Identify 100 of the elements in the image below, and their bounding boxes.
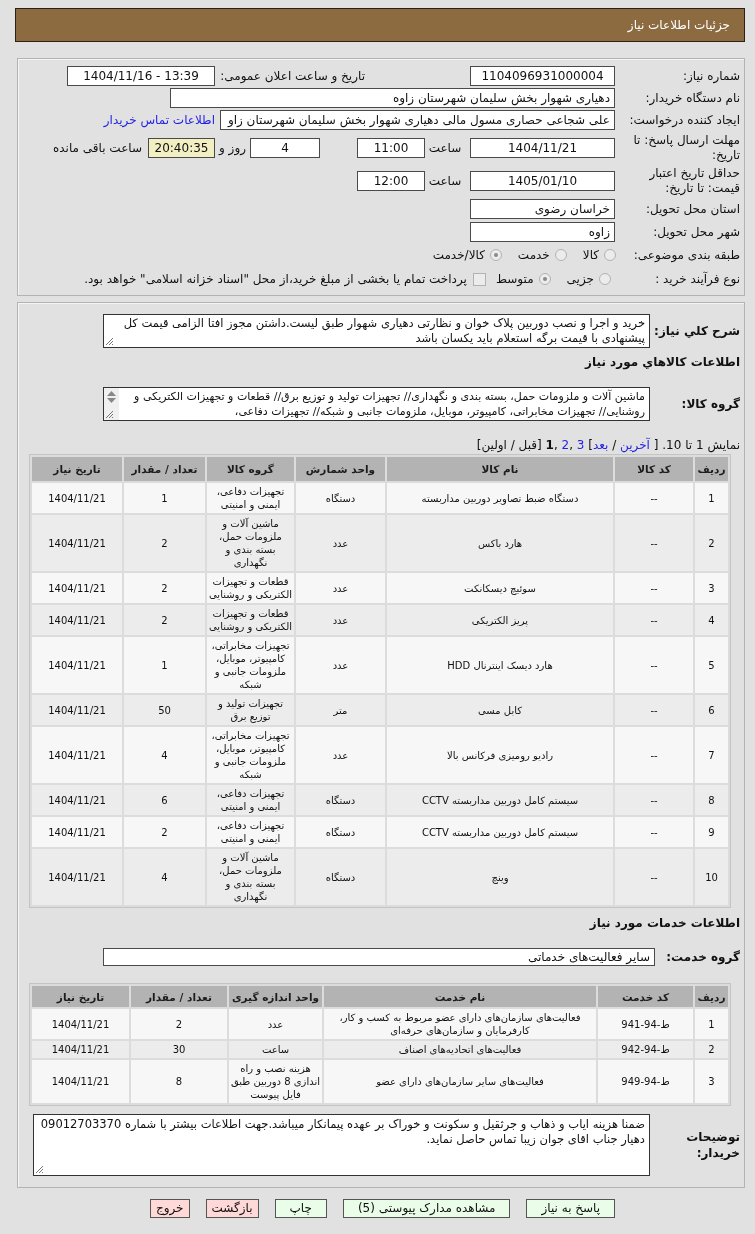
table-cell: 1 — [124, 483, 205, 513]
time-label: ساعت — [427, 140, 463, 155]
table-cell: تجهیزات تولید و توزیع برق — [207, 695, 294, 725]
table-cell: عدد — [296, 573, 385, 603]
table-cell: 1404/11/21 — [32, 605, 122, 635]
table-cell: تجهیزات دفاعی، ایمنی و امنیتی — [207, 785, 294, 815]
table-cell: تجهیزات دفاعی، ایمنی و امنیتی — [207, 817, 294, 847]
field-label: حداقل تاریخ اعتبار قیمت: تا تاریخ: — [648, 165, 740, 196]
service-group-field[interactable]: سایر فعالیت‌های خدماتی — [103, 948, 655, 966]
table-cell: فعالیت‌های اتحادیه‌های اصناف — [324, 1041, 596, 1058]
time-left-field[interactable]: 20:40:35 — [148, 137, 215, 158]
table-cell: 2 — [124, 515, 205, 571]
table-cell: 10 — [695, 849, 728, 905]
validity-date-field[interactable]: 1405/01/10 — [470, 170, 615, 191]
notes-textarea[interactable]: ضمنا هزینه ایاب و ذهاب و جرثقیل و سکونت و خوراک بر عهده پیمانکار میباشد.جهت اطلاعات بیشتر با شماره 09012703370 دهیار جناب اقای جوان زیبا تماس حاصل نماید. — [33, 1114, 650, 1176]
table-cell: 6 — [124, 785, 205, 815]
column-header: ردیف — [695, 986, 728, 1007]
action-button[interactable]: پاسخ به نیاز — [526, 1199, 616, 1218]
table-cell: 1404/11/21 — [32, 483, 122, 513]
table-cell: 1404/11/21 — [32, 849, 122, 905]
radio-label: جزیی — [566, 272, 594, 286]
table-cell: 50 — [124, 695, 205, 725]
table-cell: 3 — [695, 1060, 728, 1103]
table-cell: ط-94-942 — [598, 1041, 693, 1058]
radio-label: خدمت — [517, 248, 550, 262]
column-header: کد خدمت — [598, 986, 693, 1007]
field-label: توضیحات خریدار: — [685, 1129, 740, 1161]
table-cell: تجهیزات مخابراتی، کامپیوتر، موبایل، ملزومات جانبی و شبکه — [207, 727, 294, 783]
buyer-name-field[interactable]: دهیاری شهوار بخش سلیمان شهرستان زاوه — [170, 88, 615, 108]
table-cell: سیستم کامل دوربین مداربسته CCTV — [387, 817, 613, 847]
up-arrow-icon[interactable] — [107, 391, 116, 396]
table-cell: کابل مسی — [387, 695, 613, 725]
table-cell: تجهیزات مخابراتی، کامپیوتر، موبایل، ملزومات جانبی و شبکه — [207, 637, 294, 693]
pagination-link[interactable]: 2 — [561, 438, 570, 452]
action-button[interactable]: خروج — [149, 1199, 190, 1218]
table-cell: 1404/11/21 — [32, 1041, 129, 1058]
deadline-time-field[interactable]: 11:00 — [357, 137, 425, 158]
province-field[interactable]: خراسان رضوی — [470, 198, 615, 219]
table-cell: 1404/11/21 — [32, 695, 122, 725]
resize-grip-icon[interactable] — [105, 337, 114, 346]
pagination-link[interactable]: بعد — [592, 438, 609, 452]
table-cell: 1 — [695, 1009, 728, 1039]
column-header: تاریخ نیاز — [32, 986, 129, 1007]
notes-text: ضمنا هزینه ایاب و ذهاب و جرثقیل و سکونت و خوراک بر عهده پیمانکار میباشد.جهت اطلاعات بیشتر با شماره 09012703370 دهیار جناب اقای جوان زیبا تماس حاصل نماید. — [40, 1117, 645, 1146]
column-header: واحد شمارش — [296, 457, 385, 481]
description-textarea[interactable]: خرید و اجرا و نصب دوربین پلاک خوان و نظارتی دهیاری شهوار طبق لیست.داشتن مجوز افتا الزامی قیمت کل پیشنهادی با قیمت برگه استعلام باید یکسان باشد — [103, 314, 650, 348]
table-cell: -- — [615, 605, 693, 635]
announce-date-field[interactable]: 1404/11/16 - 13:39 — [67, 66, 215, 86]
table-cell: 2 — [124, 817, 205, 847]
table-cell: 9 — [695, 817, 728, 847]
action-button[interactable]: چاپ — [274, 1199, 327, 1218]
table-cell: سیستم کامل دوربین مداربسته CCTV — [387, 785, 613, 815]
city-field[interactable]: زاوه — [470, 221, 615, 242]
table-cell: 3 — [695, 573, 728, 603]
column-header: ردیف — [695, 457, 728, 481]
table-cell: 2 — [131, 1009, 227, 1039]
validity-time-field[interactable]: 12:00 — [357, 170, 425, 191]
table-cell: عدد — [296, 637, 385, 693]
down-arrow-icon[interactable] — [107, 398, 116, 403]
radio-label: کالا/خدمت — [432, 248, 485, 262]
scrollbar[interactable] — [104, 388, 119, 420]
table-cell: هزینه نصب و راه اندازی 8 دوربین طبق فایل پیوست — [229, 1060, 322, 1103]
field-label: شهر محل تحویل: — [652, 224, 740, 239]
table-cell: 6 — [695, 695, 728, 725]
table-cell: ماشین آلات و ملزومات حمل، بسته بندی و نگهداری — [207, 849, 294, 905]
field-label: طبقه بندی موضوعی: — [632, 248, 740, 262]
requester-field[interactable]: علی شجاعی حصاری مسول مالی دهیاری شهوار بخش سلیمان شهرستان زاو — [220, 110, 615, 130]
table-cell: عدد — [229, 1009, 322, 1039]
resize-grip-icon[interactable] — [105, 410, 114, 419]
table-cell: 1404/11/21 — [32, 785, 122, 815]
deadline-date-field[interactable]: 1404/11/21 — [470, 137, 615, 158]
table-cell: 4 — [124, 849, 205, 905]
radio-label: متوسط — [495, 272, 534, 286]
table-cell: -- — [615, 573, 693, 603]
pagination-link[interactable]: آخرین — [620, 438, 650, 452]
need-number-field[interactable]: 1104096931000004 — [470, 66, 615, 86]
column-header: نام کالا — [387, 457, 613, 481]
table-cell: -- — [615, 637, 693, 693]
page-title: جزئیات اطلاعات نیاز — [627, 18, 730, 32]
days-left-field[interactable]: 4 — [250, 137, 320, 158]
buyer-contact-link[interactable]: اطلاعات تماس خریدار — [103, 113, 215, 127]
column-header: نام خدمت — [324, 986, 596, 1007]
goods-group-textarea[interactable]: ماشین آلات و ملزومات حمل، بسته بندی و نگهداری// تجهیزات تولید و توزیع برق// قطعات و تجهیزات الکتریکی و روشنایی// تجهیزات مخابراتی، کامپیوتر، موبایل، ملزومات جانبی و شبکه// تجهیزات دفاعی، — [103, 387, 650, 421]
resize-grip-icon[interactable] — [35, 1165, 44, 1174]
pagination-link[interactable]: 3 — [576, 438, 585, 452]
field-label: نام دستگاه خریدار: — [644, 91, 740, 105]
table-cell: 4 — [124, 727, 205, 783]
table-cell: 1404/11/21 — [32, 515, 122, 571]
action-button[interactable]: بازگشت — [205, 1199, 259, 1218]
table-cell: -- — [615, 785, 693, 815]
table-cell: 1404/11/21 — [32, 1009, 129, 1039]
table-cell: عدد — [296, 515, 385, 571]
action-button[interactable]: مشاهده مدارک پیوستی (5) — [342, 1199, 511, 1218]
field-label: نوع فرآیند خرید : — [654, 272, 740, 286]
description-text: خرید و اجرا و نصب دوربین پلاک خوان و نظارتی دهیاری شهوار طبق لیست.داشتن مجوز افتا الزامی قیمت کل پیشنهادی با قیمت برگه استعلام باید یکسان باشد — [123, 316, 645, 345]
column-header: کد کالا — [615, 457, 693, 481]
field-label: تاریخ و ساعت اعلان عمومی: — [219, 69, 365, 83]
table-cell: وینچ — [387, 849, 613, 905]
table-cell: 1 — [124, 637, 205, 693]
table-cell: هارد باکس — [387, 515, 613, 571]
